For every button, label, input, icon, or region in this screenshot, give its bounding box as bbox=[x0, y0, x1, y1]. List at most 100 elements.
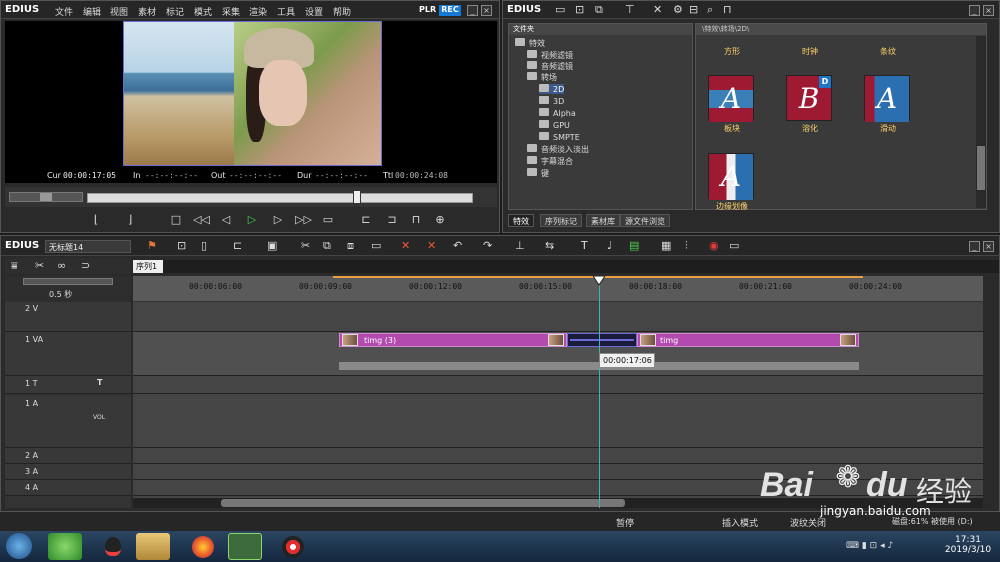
mode-icon[interactable]: ⚑ bbox=[147, 239, 157, 252]
loop-icon[interactable]: ▭ bbox=[321, 213, 335, 227]
layout-icon[interactable]: ⧉ bbox=[595, 3, 603, 17]
track-header-1a[interactable]: 1 A VOL bbox=[5, 396, 131, 448]
insert-icon[interactable]: ⊏ bbox=[359, 213, 373, 227]
group-icon[interactable]: ⊃ bbox=[81, 259, 90, 272]
ripple-delete-icon[interactable]: ✕ bbox=[427, 239, 436, 252]
mixer-icon[interactable]: ⫶ bbox=[685, 239, 688, 253]
replace-clip-icon[interactable]: ▭ bbox=[371, 239, 381, 252]
overwrite-icon[interactable]: ⊐ bbox=[385, 213, 399, 227]
tree-item[interactable]: 特效 bbox=[515, 38, 545, 49]
transition-edge-wipe[interactable]: A bbox=[708, 153, 754, 200]
lane-2v[interactable] bbox=[133, 302, 983, 332]
set-out-icon[interactable]: ⌋ bbox=[123, 213, 137, 227]
effects-minimize-icon[interactable]: _ bbox=[969, 5, 980, 16]
time-ruler[interactable]: 00:00:06:00 00:00:09:00 00:00:12:00 00:0… bbox=[133, 276, 983, 302]
tray-icons[interactable]: ⌨ ▮ ⊡ ◂ ♪ bbox=[846, 541, 893, 551]
track-header-3a[interactable]: 3 A bbox=[5, 464, 131, 480]
playhead-marker[interactable] bbox=[593, 276, 605, 286]
transition-dissolve[interactable]: B D bbox=[786, 75, 832, 121]
transition-clip[interactable] bbox=[567, 333, 637, 347]
folder-icon[interactable]: ▭ bbox=[555, 3, 565, 16]
up-folder-icon[interactable]: ⊡ bbox=[575, 3, 584, 16]
step-forward-icon[interactable]: ▷ bbox=[271, 213, 285, 227]
track-header-1va[interactable]: 1 VA bbox=[5, 332, 131, 376]
tree-item[interactable]: 视频滤镜 bbox=[527, 50, 573, 61]
tree-item[interactable]: 字幕混合 bbox=[527, 156, 573, 167]
copy-icon[interactable]: ⧉ bbox=[323, 239, 331, 253]
timeline-clip[interactable]: timg bbox=[637, 333, 859, 347]
tab-bin[interactable]: 素材库 bbox=[586, 214, 620, 227]
tab-sequence-markers[interactable]: 序列标记 bbox=[540, 214, 582, 227]
tree-item[interactable]: 音频滤镜 bbox=[527, 61, 573, 72]
layout-window-icon[interactable]: ▭ bbox=[729, 239, 739, 252]
transition-board[interactable]: A bbox=[708, 75, 754, 122]
new-sequence-icon[interactable]: ▯ bbox=[201, 239, 207, 252]
stop-icon[interactable]: □ bbox=[169, 213, 183, 227]
app-icon-green[interactable] bbox=[48, 533, 82, 560]
recorder-icon[interactable] bbox=[276, 533, 310, 560]
menu-mode[interactable]: 模式 bbox=[194, 5, 212, 18]
multicam-icon[interactable]: ▦ bbox=[661, 239, 671, 252]
find-icon[interactable]: ⌕ bbox=[707, 3, 713, 17]
start-button[interactable] bbox=[6, 533, 32, 559]
menu-marker[interactable]: 标记 bbox=[166, 5, 184, 18]
transition-slide[interactable]: A bbox=[864, 75, 910, 122]
rewind-icon[interactable]: ◁◁ bbox=[193, 213, 210, 227]
output-icon[interactable]: ⊕ bbox=[433, 213, 447, 227]
track-header-2a[interactable]: 2 A bbox=[5, 448, 131, 464]
firefox-icon[interactable] bbox=[186, 533, 220, 560]
close-icon[interactable]: × bbox=[481, 5, 492, 16]
tree-item[interactable]: 3D bbox=[539, 96, 564, 106]
redo-icon[interactable]: ↷ bbox=[483, 239, 492, 252]
file-explorer-icon[interactable] bbox=[136, 533, 170, 560]
lane-1t[interactable] bbox=[133, 376, 983, 394]
snapshot-icon[interactable]: ⊡ bbox=[177, 239, 186, 252]
marker-icon[interactable]: ⊥ bbox=[515, 239, 525, 252]
step-back-icon[interactable]: ◁ bbox=[219, 213, 233, 227]
tab-sequence1[interactable]: 序列1 bbox=[133, 260, 163, 273]
rec-mode-button[interactable]: REC bbox=[439, 5, 461, 16]
shuttle-slider[interactable] bbox=[9, 192, 83, 202]
undo-icon[interactable]: ↶ bbox=[453, 239, 462, 252]
lane-1a[interactable] bbox=[133, 396, 983, 448]
menu-render[interactable]: 渲染 bbox=[249, 5, 267, 18]
plr-mode-button[interactable]: PLR bbox=[419, 5, 437, 16]
horizontal-scroll-thumb[interactable] bbox=[221, 499, 625, 507]
menu-clip[interactable]: 素材 bbox=[138, 5, 156, 18]
tree-item[interactable]: SMPTE bbox=[539, 132, 580, 142]
render-icon[interactable]: ▤ bbox=[629, 239, 639, 252]
timeline-close-icon[interactable]: × bbox=[983, 241, 994, 252]
playhead-line[interactable] bbox=[599, 276, 600, 508]
menu-capture[interactable]: 采集 bbox=[222, 5, 240, 18]
delete-icon[interactable]: ✕ bbox=[653, 3, 662, 16]
taskbar-clock[interactable]: 17:31 2019/3/10 bbox=[940, 535, 996, 555]
view-icon[interactable]: ⊟ bbox=[689, 3, 698, 16]
fast-forward-icon[interactable]: ▷▷ bbox=[295, 213, 312, 227]
lock-icon[interactable]: ⊓ bbox=[723, 3, 732, 16]
menu-settings[interactable]: 设置 bbox=[305, 5, 323, 18]
effects-close-icon[interactable]: × bbox=[983, 5, 994, 16]
tree-item[interactable]: Alpha bbox=[539, 108, 576, 118]
timeline-clip[interactable]: timg (3) bbox=[339, 333, 567, 347]
menu-tools[interactable]: 工具 bbox=[277, 5, 295, 18]
minimize-icon[interactable]: _ bbox=[467, 5, 478, 16]
position-bar[interactable] bbox=[87, 193, 473, 203]
tab-effects[interactable]: 特效 bbox=[508, 214, 534, 227]
mic-icon[interactable]: ♩ bbox=[607, 239, 612, 252]
timeline-minimize-icon[interactable]: _ bbox=[969, 241, 980, 252]
zoom-slider[interactable] bbox=[23, 278, 113, 285]
tree-item[interactable]: 音频淡入淡出 bbox=[527, 144, 589, 155]
track-header-2v[interactable]: 2 V bbox=[5, 302, 131, 332]
tree-item[interactable]: 键 bbox=[527, 168, 549, 179]
delete-clip-icon[interactable]: ✕ bbox=[401, 239, 410, 252]
paste-icon[interactable]: ⧈ bbox=[347, 239, 354, 253]
track-header-4a[interactable]: 4 A bbox=[5, 480, 131, 496]
tree-item[interactable]: GPU bbox=[539, 120, 570, 130]
link-icon[interactable]: ∞ bbox=[57, 259, 66, 272]
tree-item[interactable]: 转场 bbox=[527, 72, 557, 83]
thumbs-scroll-thumb[interactable] bbox=[977, 146, 985, 190]
replace-icon[interactable]: ⊓ bbox=[409, 213, 423, 227]
shuttle-knob[interactable] bbox=[40, 193, 52, 201]
thumbs-scrollbar[interactable] bbox=[976, 36, 986, 208]
track-mode-icon[interactable]: ⩸ bbox=[11, 259, 18, 273]
